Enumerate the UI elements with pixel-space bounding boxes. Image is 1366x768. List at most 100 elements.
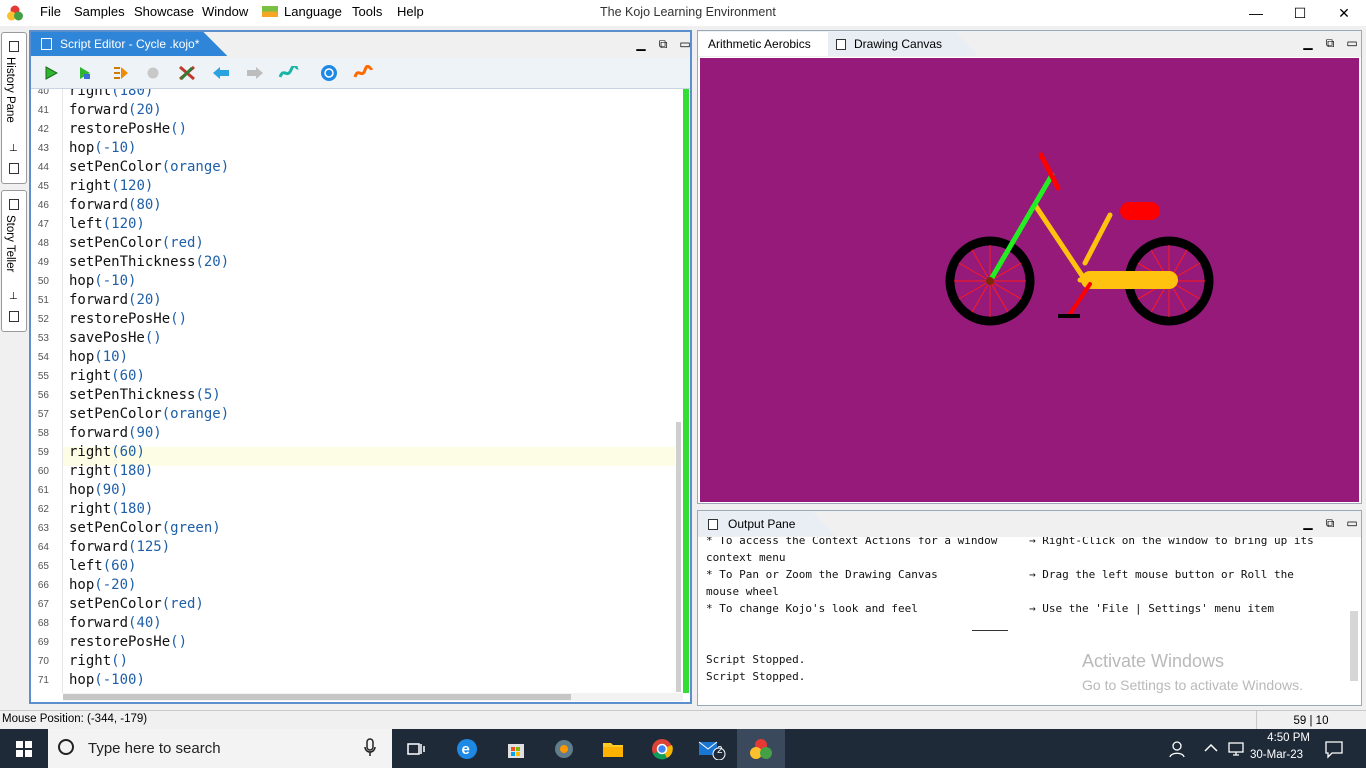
scrollbar-thumb[interactable] — [63, 694, 571, 700]
float-pane-icon[interactable]: ⧉ — [1324, 516, 1336, 531]
code-line[interactable]: 45 right(120) — [31, 177, 671, 196]
code-line[interactable]: 62 right(180) — [31, 500, 671, 519]
upload-button[interactable] — [319, 64, 339, 82]
minimize-button[interactable]: — — [1233, 0, 1279, 26]
code-line[interactable]: 51 forward(20) — [31, 291, 671, 310]
close-button[interactable]: ✕ — [1321, 0, 1366, 26]
run-worksheet-button[interactable] — [75, 64, 95, 82]
microphone-icon[interactable] — [364, 738, 376, 758]
maximize-button[interactable]: ☐ — [1277, 0, 1323, 26]
code-line[interactable]: 66 hop(-20) — [31, 576, 671, 595]
code-line[interactable]: 69 restorePosHe() — [31, 633, 671, 652]
code-line[interactable]: 56 setPenThickness(5) — [31, 386, 671, 405]
tab-arithmetic-aerobics[interactable]: Arithmetic Aerobics — [698, 32, 837, 56]
edge-icon[interactable]: e — [443, 729, 491, 768]
kojo-icon[interactable] — [737, 729, 785, 768]
code-line[interactable]: 63 setPenColor(green) — [31, 519, 671, 538]
code-line[interactable]: 60 right(180) — [31, 462, 671, 481]
chevron-up-icon[interactable] — [1204, 743, 1218, 753]
code-line[interactable]: 53 savePosHe() — [31, 329, 671, 348]
code-line[interactable]: 55 right(60) — [31, 367, 671, 386]
minimize-pane-icon[interactable]: ▁ — [635, 37, 647, 52]
code-line[interactable]: 54 hop(10) — [31, 348, 671, 367]
sketch-button[interactable] — [353, 64, 373, 82]
maximize-pane-icon[interactable]: ▭ — [1346, 516, 1358, 531]
code-line[interactable]: 70 right() — [31, 652, 671, 671]
float-pane-icon[interactable]: ⧉ — [1324, 36, 1336, 51]
notification-icon[interactable] — [1324, 739, 1344, 759]
drawing-canvas[interactable] — [700, 58, 1359, 502]
maximize-pane-icon[interactable]: ▭ — [679, 37, 691, 52]
restore-icon[interactable] — [9, 163, 19, 174]
task-view-icon[interactable] — [392, 729, 440, 768]
story-teller-tab[interactable]: Story Teller ⊥ — [1, 190, 27, 332]
chrome-icon[interactable] — [638, 729, 686, 768]
media-icon[interactable] — [540, 729, 588, 768]
code-line[interactable]: 61 hop(90) — [31, 481, 671, 500]
menu-tools[interactable]: Tools — [352, 4, 382, 19]
redo-button[interactable] — [245, 64, 265, 82]
output-text-area[interactable]: * To access the Context Actions for a wi… — [706, 537, 1346, 705]
trace-button[interactable] — [111, 64, 131, 82]
tab-output-pane[interactable]: Output Pane — [698, 512, 835, 536]
run-button[interactable] — [41, 64, 61, 82]
pin-icon[interactable]: ⊥ — [9, 143, 18, 154]
windows-logo-icon — [16, 740, 32, 757]
output-scrollbar[interactable] — [1350, 611, 1358, 681]
clear-button[interactable] — [177, 64, 197, 82]
network-icon[interactable] — [1228, 741, 1246, 757]
code-line[interactable]: 59 right(60) — [31, 443, 671, 462]
code-line[interactable]: 71 hop(-100) — [31, 671, 671, 690]
taskbar-search-box[interactable]: Type here to search — [48, 729, 392, 768]
code-function: hop — [69, 577, 95, 593]
start-button[interactable] — [0, 729, 48, 768]
menu-file[interactable]: File — [40, 4, 61, 19]
editor-vertical-scrollbar[interactable] — [676, 422, 681, 692]
code-line[interactable]: 49 setPenThickness(20) — [31, 253, 671, 272]
script-editor-tab[interactable]: Script Editor - Cycle .kojo* — [31, 32, 227, 56]
mail-icon[interactable]: 2 — [688, 729, 736, 768]
code-line[interactable]: 41 forward(20) — [31, 101, 671, 120]
code-line[interactable]: 43 hop(-10) — [31, 139, 671, 158]
code-line[interactable]: 42 restorePosHe() — [31, 120, 671, 139]
restore-icon[interactable] — [9, 311, 19, 322]
format-button[interactable] — [279, 64, 299, 82]
clock-date[interactable]: 30-Mar-23 — [1250, 749, 1303, 761]
tab-drawing-canvas[interactable]: Drawing Canvas — [828, 32, 978, 56]
menu-language[interactable]: Language — [284, 4, 342, 19]
code-line[interactable]: 50 hop(-10) — [31, 272, 671, 291]
code-line[interactable]: 47 left(120) — [31, 215, 671, 234]
pin-icon[interactable]: ⊥ — [9, 291, 18, 302]
maximize-pane-icon[interactable]: ▭ — [1346, 36, 1358, 51]
clock-time[interactable]: 4:50 PM — [1260, 732, 1310, 744]
stop-button[interactable] — [143, 64, 163, 82]
store-icon[interactable] — [492, 729, 540, 768]
people-icon[interactable] — [1168, 740, 1186, 758]
mail-badge: 2 — [717, 745, 723, 756]
minimize-pane-icon[interactable]: ▁ — [1302, 516, 1314, 531]
undo-button[interactable] — [211, 64, 231, 82]
code-line[interactable]: 68 forward(40) — [31, 614, 671, 633]
code-line[interactable]: 64 forward(125) — [31, 538, 671, 557]
code-line[interactable]: 67 setPenColor(red) — [31, 595, 671, 614]
menu-showcase[interactable]: Showcase — [134, 4, 194, 19]
code-line[interactable]: 65 left(60) — [31, 557, 671, 576]
code-line[interactable]: 58 forward(90) — [31, 424, 671, 443]
code-line[interactable]: 44 setPenColor(orange) — [31, 158, 671, 177]
code-editor[interactable]: 40 right(180) 41 forward(20) 42 restorePosHe(… — [31, 89, 681, 693]
float-pane-icon[interactable]: ⧉ — [657, 37, 669, 52]
menu-help[interactable]: Help — [397, 4, 424, 19]
code-line[interactable]: 52 restorePosHe() — [31, 310, 671, 329]
file-explorer-icon[interactable] — [589, 729, 637, 768]
code-line[interactable]: 48 setPenColor(red) — [31, 234, 671, 253]
line-number: 47 — [37, 219, 49, 230]
menu-samples[interactable]: Samples — [74, 4, 125, 19]
editor-horizontal-scrollbar[interactable] — [63, 693, 683, 701]
history-pane-tab[interactable]: History Pane ⊥ — [1, 32, 27, 184]
code-line[interactable]: 40 right(180) — [31, 89, 671, 101]
code-line[interactable]: 57 setPenColor(orange) — [31, 405, 671, 424]
code-line[interactable]: 46 forward(80) — [31, 196, 671, 215]
canvas-tab-bar: Arithmetic Aerobics Drawing Canvas ▁ ⧉ ▭ — [698, 31, 1361, 57]
menu-window[interactable]: Window — [202, 4, 248, 19]
minimize-pane-icon[interactable]: ▁ — [1302, 36, 1314, 51]
